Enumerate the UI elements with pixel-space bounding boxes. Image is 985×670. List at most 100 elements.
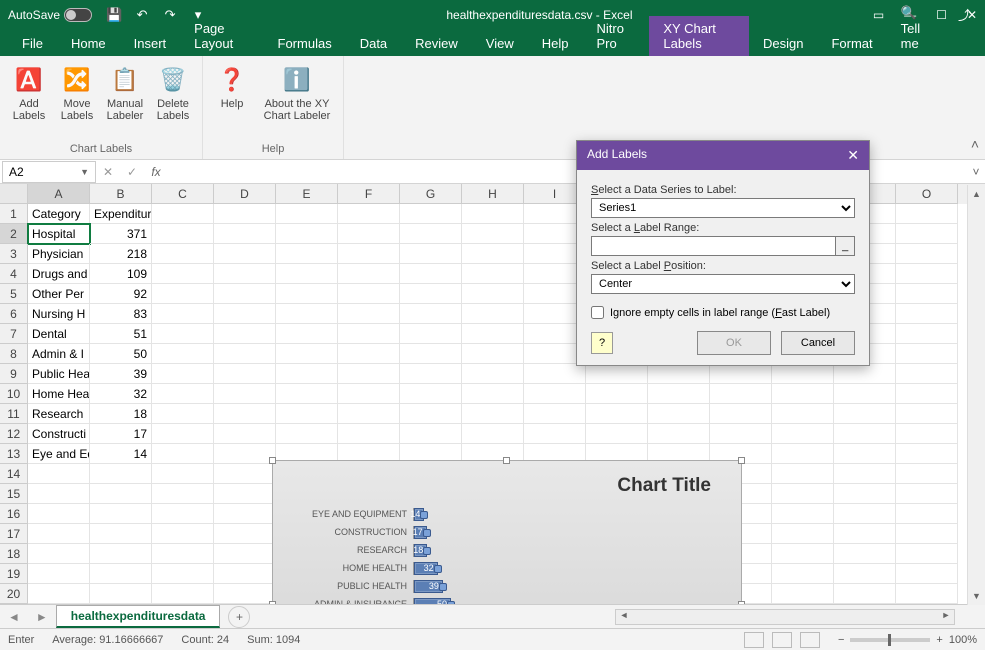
cell[interactable] xyxy=(214,404,276,424)
tab-page-layout[interactable]: Page Layout xyxy=(180,16,263,56)
cell[interactable]: 371 xyxy=(90,224,152,244)
cell[interactable] xyxy=(896,564,958,584)
help-button[interactable]: ❓ Help xyxy=(209,60,255,126)
cell[interactable] xyxy=(648,404,710,424)
dialog-help-icon[interactable]: ? xyxy=(591,332,613,354)
cell[interactable] xyxy=(834,564,896,584)
cell[interactable] xyxy=(152,264,214,284)
cell[interactable] xyxy=(152,424,214,444)
row-header[interactable]: 6 xyxy=(0,304,28,324)
cell[interactable]: 83 xyxy=(90,304,152,324)
cell[interactable] xyxy=(276,284,338,304)
cell[interactable] xyxy=(214,284,276,304)
cell[interactable]: Expenditures xyxy=(90,204,152,224)
cell[interactable] xyxy=(152,304,214,324)
cell[interactable]: Hospital xyxy=(28,224,90,244)
cell[interactable] xyxy=(524,404,586,424)
cell[interactable] xyxy=(772,364,834,384)
dialog-close-icon[interactable]: ✕ xyxy=(847,147,859,164)
zoom-in-icon[interactable]: + xyxy=(936,634,942,646)
cell[interactable] xyxy=(896,444,958,464)
cell[interactable] xyxy=(276,304,338,324)
cell[interactable] xyxy=(152,364,214,384)
cell[interactable] xyxy=(276,204,338,224)
cell[interactable]: Drugs and xyxy=(28,264,90,284)
cell[interactable] xyxy=(338,204,400,224)
cell[interactable] xyxy=(214,244,276,264)
cell[interactable]: Constructi xyxy=(28,424,90,444)
cell[interactable] xyxy=(276,324,338,344)
resize-handle[interactable] xyxy=(269,457,276,464)
dialog-titlebar[interactable]: Add Labels ✕ xyxy=(577,141,869,170)
row-header[interactable]: 4 xyxy=(0,264,28,284)
cell[interactable] xyxy=(772,524,834,544)
cell[interactable] xyxy=(400,264,462,284)
embedded-chart[interactable]: Chart Title EYE AND EQUIPMENT14CONSTRUCT… xyxy=(272,460,742,604)
cell[interactable] xyxy=(90,464,152,484)
col-header[interactable]: H xyxy=(462,184,524,204)
cancel-button[interactable]: Cancel xyxy=(781,331,855,355)
cell[interactable] xyxy=(276,224,338,244)
tab-review[interactable]: Review xyxy=(401,31,472,56)
sheet-nav-prev-icon[interactable]: ◄ xyxy=(0,610,28,624)
ok-button[interactable]: OK xyxy=(697,331,771,355)
cell[interactable] xyxy=(896,224,958,244)
cell[interactable] xyxy=(152,444,214,464)
cell[interactable] xyxy=(214,344,276,364)
normal-view-icon[interactable] xyxy=(744,632,764,648)
tab-file[interactable]: File xyxy=(8,31,57,56)
cell[interactable] xyxy=(152,584,214,604)
chart-title[interactable]: Chart Title xyxy=(273,461,741,503)
cell[interactable] xyxy=(834,464,896,484)
cell[interactable] xyxy=(400,424,462,444)
cell[interactable] xyxy=(214,464,276,484)
cell[interactable] xyxy=(152,504,214,524)
cell[interactable]: 32 xyxy=(90,384,152,404)
cell[interactable] xyxy=(214,544,276,564)
enter-formula-icon[interactable]: ✓ xyxy=(120,165,144,179)
resize-handle[interactable] xyxy=(269,601,276,604)
cell[interactable]: Public Hea xyxy=(28,364,90,384)
cell[interactable] xyxy=(400,244,462,264)
zoom-slider[interactable] xyxy=(850,638,930,642)
tab-help[interactable]: Help xyxy=(528,31,583,56)
cell[interactable] xyxy=(28,504,90,524)
chart-bar-handle[interactable] xyxy=(423,529,431,537)
cell[interactable] xyxy=(772,544,834,564)
save-icon[interactable]: 💾 xyxy=(106,7,122,23)
cell[interactable] xyxy=(338,244,400,264)
cell[interactable] xyxy=(276,344,338,364)
cell[interactable] xyxy=(214,304,276,324)
cell[interactable] xyxy=(896,364,958,384)
cell[interactable] xyxy=(400,324,462,344)
cell[interactable] xyxy=(338,224,400,244)
row-header[interactable]: 9 xyxy=(0,364,28,384)
delete-labels-button[interactable]: 🗑️ Delete Labels xyxy=(150,60,196,126)
cell[interactable] xyxy=(834,404,896,424)
cell[interactable] xyxy=(338,304,400,324)
row-header[interactable]: 5 xyxy=(0,284,28,304)
autosave-toggle[interactable]: AutoSave xyxy=(8,8,92,22)
cell[interactable] xyxy=(214,504,276,524)
cell[interactable] xyxy=(772,484,834,504)
scroll-up-icon[interactable]: ▲ xyxy=(968,185,985,203)
cancel-formula-icon[interactable]: ✕ xyxy=(96,165,120,179)
cell[interactable] xyxy=(214,444,276,464)
cell[interactable] xyxy=(462,224,524,244)
cell[interactable] xyxy=(214,324,276,344)
cell[interactable]: Eye and Eq xyxy=(28,444,90,464)
cell[interactable] xyxy=(152,244,214,264)
row-header[interactable]: 17 xyxy=(0,524,28,544)
horizontal-scrollbar[interactable] xyxy=(615,609,955,625)
tab-view[interactable]: View xyxy=(472,31,528,56)
col-header[interactable]: B xyxy=(90,184,152,204)
cell[interactable] xyxy=(896,204,958,224)
cell[interactable] xyxy=(400,404,462,424)
cell[interactable] xyxy=(896,464,958,484)
chart-bar-handle[interactable] xyxy=(423,547,431,555)
cell[interactable] xyxy=(834,424,896,444)
cell[interactable] xyxy=(400,344,462,364)
tab-home[interactable]: Home xyxy=(57,31,120,56)
row-header[interactable]: 13 xyxy=(0,444,28,464)
cell[interactable] xyxy=(462,404,524,424)
